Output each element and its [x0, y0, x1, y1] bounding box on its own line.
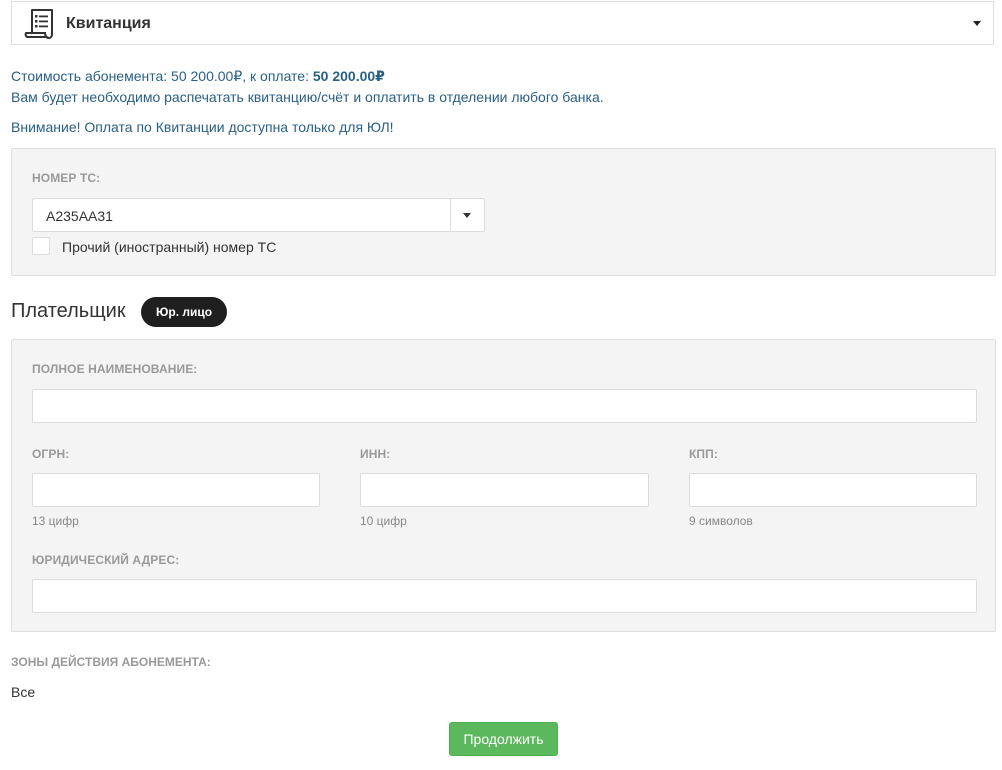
- vehicle-section: НОМЕР ТС: А235АА31 Прочий (иностранный) …: [11, 148, 996, 276]
- dropdown-button[interactable]: [450, 199, 484, 231]
- caret-down-icon: [463, 213, 471, 218]
- vehicle-number-label: НОМЕР ТС:: [32, 171, 101, 185]
- foreign-number-label[interactable]: Прочий (иностранный) номер ТС: [62, 239, 276, 255]
- kpp-input[interactable]: [689, 473, 977, 507]
- print-note: Вам будет необходимо распечатать квитанц…: [11, 89, 604, 105]
- receipt-icon: [24, 9, 53, 39]
- panel-title: Квитанция: [66, 15, 151, 32]
- zones-label: ЗОНЫ ДЕЙСТВИЯ АБОНЕМЕНТА:: [11, 655, 211, 669]
- inn-input[interactable]: [360, 473, 649, 507]
- legal-address-input[interactable]: [32, 579, 977, 613]
- chevron-down-icon[interactable]: [973, 21, 981, 26]
- cost-total: 50 200.00₽: [312, 68, 385, 84]
- ogrn-label: ОГРН:: [32, 447, 70, 461]
- payer-title: Плательщик: [11, 300, 126, 322]
- full-name-label: ПОЛНОЕ НАИМЕНОВАНИЕ:: [32, 362, 198, 376]
- ogrn-help: 13 цифр: [32, 514, 79, 528]
- receipt-panel-header[interactable]: Квитанция: [11, 1, 994, 45]
- payer-type-badge[interactable]: Юр. лицо: [141, 297, 228, 327]
- cost-info: Стоимость абонемента: 50 200.00₽, к опла…: [11, 68, 385, 85]
- ogrn-input[interactable]: [32, 473, 320, 507]
- legal-entity-warning: Внимание! Оплата по Квитанции доступна т…: [11, 119, 394, 135]
- company-section: ПОЛНОЕ НАИМЕНОВАНИЕ: ОГРН: 13 цифр ИНН: …: [11, 339, 996, 632]
- legal-address-label: ЮРИДИЧЕСКИЙ АДРЕС:: [32, 553, 180, 567]
- foreign-number-checkbox[interactable]: [32, 237, 50, 255]
- vehicle-number-select[interactable]: А235АА31: [32, 198, 485, 232]
- kpp-help: 9 символов: [689, 514, 753, 528]
- cost-prefix: Стоимость абонемента: 50 200.00₽, к опла…: [11, 68, 313, 84]
- zones-value: Все: [11, 684, 36, 700]
- inn-label: ИНН:: [360, 447, 391, 461]
- vehicle-number-value: А235АА31: [46, 208, 113, 224]
- full-name-input[interactable]: [32, 389, 977, 423]
- kpp-label: КПП:: [689, 447, 718, 461]
- inn-help: 10 цифр: [360, 514, 407, 528]
- continue-button[interactable]: Продолжить: [449, 722, 558, 756]
